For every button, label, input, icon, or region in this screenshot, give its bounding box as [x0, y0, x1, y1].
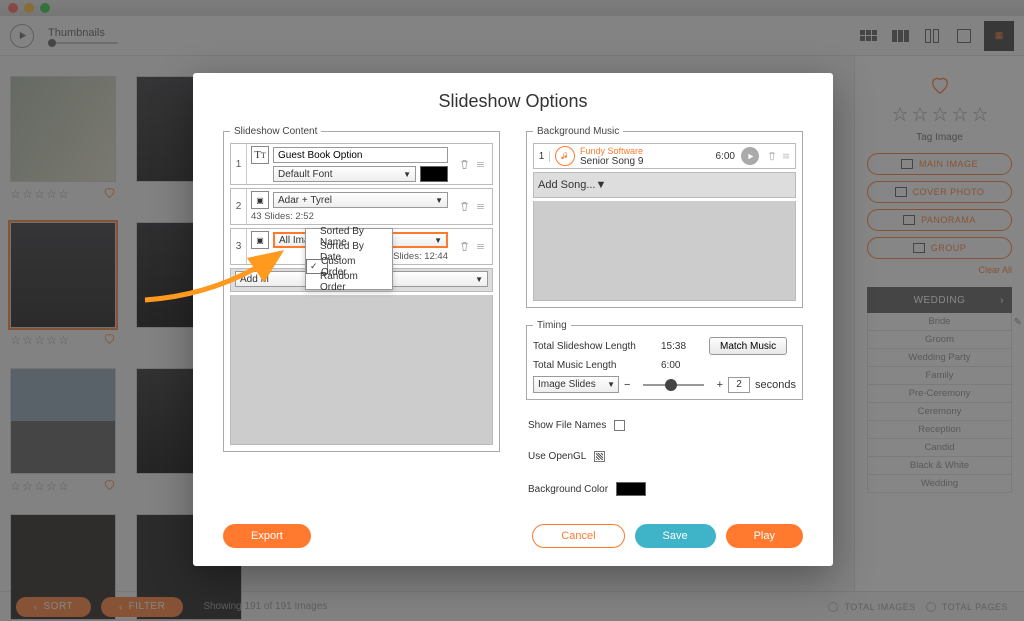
- text-type-icon: TT: [251, 146, 269, 164]
- timing-fieldset: Timing Total Slideshow Length 15:38 Matc…: [526, 320, 803, 400]
- music-note-icon: [555, 146, 575, 166]
- plus-button[interactable]: +: [717, 379, 723, 391]
- slide-duration-value[interactable]: 2: [728, 377, 750, 393]
- content-row: 1 TT Default Font▼: [230, 143, 493, 185]
- timing-legend: Timing: [533, 320, 571, 331]
- slideshow-length-label: Total Slideshow Length: [533, 341, 653, 352]
- text-color-swatch[interactable]: [420, 166, 448, 182]
- song-duration: 6:00: [716, 151, 735, 162]
- slideshow-content-legend: Slideshow Content: [230, 126, 321, 137]
- row-number: 1: [231, 144, 247, 184]
- cancel-button[interactable]: Cancel: [532, 524, 624, 548]
- content-drop-area[interactable]: [230, 295, 493, 445]
- drag-handle-icon[interactable]: [475, 241, 486, 252]
- trash-icon[interactable]: [459, 201, 470, 212]
- seconds-label: seconds: [755, 379, 796, 391]
- sort-order-menu: Sorted By Name Sorted By Date Custom Ord…: [305, 228, 393, 290]
- content-row: 2 ▣ Adar + Tyrel▼ 43 Slides: 2:52: [230, 188, 493, 225]
- export-button[interactable]: Export: [223, 524, 311, 548]
- music-length-value: 6:00: [661, 360, 680, 371]
- use-opengl-label: Use OpenGL: [528, 451, 586, 462]
- song-number: 1: [534, 151, 550, 162]
- slider-knob[interactable]: [665, 379, 677, 391]
- dialog-title: Slideshow Options: [193, 73, 833, 126]
- slideshow-content-fieldset: Slideshow Content 1 TT Default Font▼: [223, 126, 500, 452]
- song-artist: Fundy Software: [580, 146, 710, 156]
- timing-scope-select[interactable]: Image Slides▼: [533, 376, 619, 393]
- trash-icon[interactable]: [767, 151, 777, 161]
- font-select[interactable]: Default Font▼: [273, 166, 416, 182]
- music-drop-area[interactable]: [533, 201, 796, 301]
- slideshow-options-dialog: Slideshow Options Slideshow Content 1 TT: [193, 73, 833, 566]
- slideshow-content-column: Slideshow Content 1 TT Default Font▼: [223, 126, 500, 510]
- play-button[interactable]: Play: [726, 524, 803, 548]
- drag-handle-icon[interactable]: [475, 201, 486, 212]
- use-opengl-checkbox[interactable]: [594, 451, 605, 462]
- background-music-fieldset: Background Music 1 Fundy SoftwareSenior …: [526, 126, 803, 308]
- minus-button[interactable]: −: [624, 379, 630, 391]
- drag-handle-icon[interactable]: [781, 151, 791, 161]
- row-number: 2: [231, 189, 247, 224]
- collection-icon: ▣: [251, 231, 269, 249]
- collection-select[interactable]: Adar + Tyrel▼: [273, 192, 448, 208]
- music-length-label: Total Music Length: [533, 360, 653, 371]
- show-file-names-label: Show File Names: [528, 420, 606, 431]
- slideshow-length-value: 15:38: [661, 341, 701, 352]
- row-number: 3: [231, 229, 247, 264]
- match-music-button[interactable]: Match Music: [709, 337, 787, 355]
- trash-icon[interactable]: [459, 241, 470, 252]
- background-music-legend: Background Music: [533, 126, 623, 137]
- guest-book-title-input[interactable]: [273, 147, 448, 163]
- dialog-footer: Export Cancel Save Play: [193, 510, 833, 566]
- song-row: 1 Fundy SoftwareSenior Song 9 6:00: [533, 143, 796, 169]
- trash-icon[interactable]: [459, 159, 470, 170]
- save-button[interactable]: Save: [635, 524, 716, 548]
- preview-song-button[interactable]: [741, 147, 759, 165]
- add-song-row: Add Song...▼: [533, 172, 796, 198]
- show-file-names-checkbox[interactable]: [614, 420, 625, 431]
- slide-duration-slider[interactable]: [643, 384, 703, 386]
- music-timing-column: Background Music 1 Fundy SoftwareSenior …: [526, 126, 803, 510]
- drag-handle-icon[interactable]: [475, 159, 486, 170]
- background-color-swatch[interactable]: [616, 482, 646, 496]
- row-meta: 43 Slides: 2:52: [251, 211, 448, 222]
- add-song-select[interactable]: Add Song...▼: [538, 179, 791, 191]
- background-color-label: Background Color: [528, 484, 608, 495]
- row-tools: [452, 144, 492, 184]
- song-title: Senior Song 9: [580, 156, 710, 167]
- collection-icon: ▣: [251, 191, 269, 209]
- menu-item-random-order[interactable]: Random Order: [306, 274, 392, 289]
